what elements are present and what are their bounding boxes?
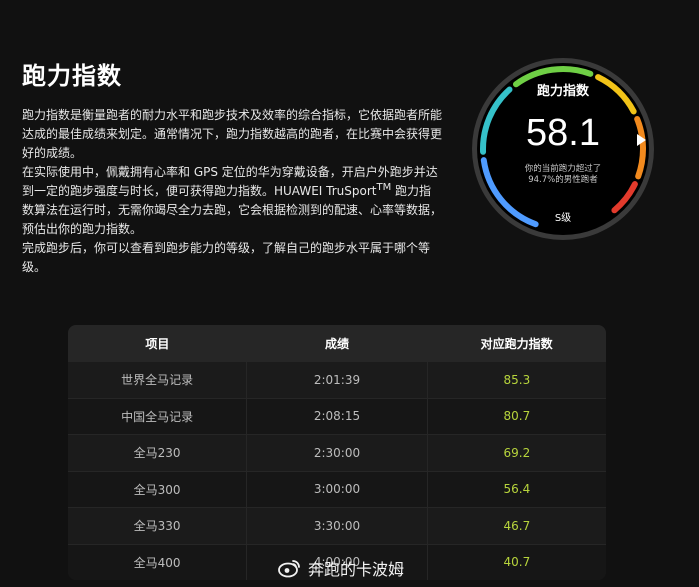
cell-result: 2:01:39 [246,361,428,398]
description-paragraph-1: 跑力指数是衡量跑者的耐力水平和跑步技术及效率的综合指标，它依据跑者所能达成的最佳… [22,108,443,160]
cell-index: 69.2 [427,434,606,471]
level-label: S级 [554,213,572,224]
percentile-text: 你的当前跑力超过了 94.7%的男性跑者 [472,164,654,186]
header-index: 对应跑力指数 [427,325,606,362]
trademark-mark: TM [376,182,392,193]
description-paragraph-3: 完成跑步后，你可以查看到跑步能力的等级，了解自己的跑步水平属于哪个等级。 [22,241,431,274]
cell-index: 80.7 [427,397,606,435]
watermark-text: 奔跑的卡波姆 [308,560,405,579]
percentile-line-2: 94.7%的男性跑者 [528,175,598,185]
cell-index: 46.7 [427,507,606,544]
cell-item: 全马300 [68,470,247,508]
header-result: 成绩 [246,325,428,362]
watermark: 奔跑的卡波姆 [278,556,404,580]
cell-result: 3:30:00 [246,507,428,544]
cell-result: 2:08:15 [246,397,428,435]
table-row: 中国全马记录 2:08:15 80.7 [68,397,606,435]
header-item: 项目 [68,325,247,362]
table-header-row: 项目 成绩 对应跑力指数 [68,325,606,362]
cell-index: 40.7 [427,543,606,580]
table-row: 世界全马记录 2:01:39 85.3 [68,361,606,398]
table-row: 全马330 3:30:00 46.7 [68,507,606,544]
table-row: 全马230 2:30:00 69.2 [68,434,606,471]
current-level-marker-icon [637,134,646,146]
description: 跑力指数是衡量跑者的耐力水平和跑步技术及效率的综合指标，它依据跑者所能达成的最佳… [22,106,442,277]
weibo-icon [278,560,300,578]
watch-title: 跑力指数 [536,84,589,99]
cell-result: 2:30:00 [246,434,428,471]
cell-index: 56.4 [427,470,606,508]
cell-item: 中国全马记录 [68,397,247,435]
cell-result: 3:00:00 [246,470,428,508]
cell-item: 全马230 [68,434,247,471]
watch-face: 跑力指数 58.1 你的当前跑力超过了 94.7%的男性跑者 S级 [472,58,654,240]
cell-index: 85.3 [427,361,606,398]
running-index-table: 项目 成绩 对应跑力指数 世界全马记录 2:01:39 85.3 中国全马记录 … [68,325,606,580]
running-index-value: 58.1 [526,112,600,154]
page-title: 跑力指数 [22,62,122,90]
cell-item: 世界全马记录 [68,361,247,398]
cell-item: 全马330 [68,507,247,544]
description-paragraph-2: 在实际使用中，佩戴拥有心率和 GPS 定位的华为穿戴设备，开启户外跑步并达到一定… [22,163,442,239]
percentile-line-1: 你的当前跑力超过了 [524,164,602,174]
table-row: 全马300 3:00:00 56.4 [68,470,606,508]
cell-item: 全马400 [68,543,247,580]
